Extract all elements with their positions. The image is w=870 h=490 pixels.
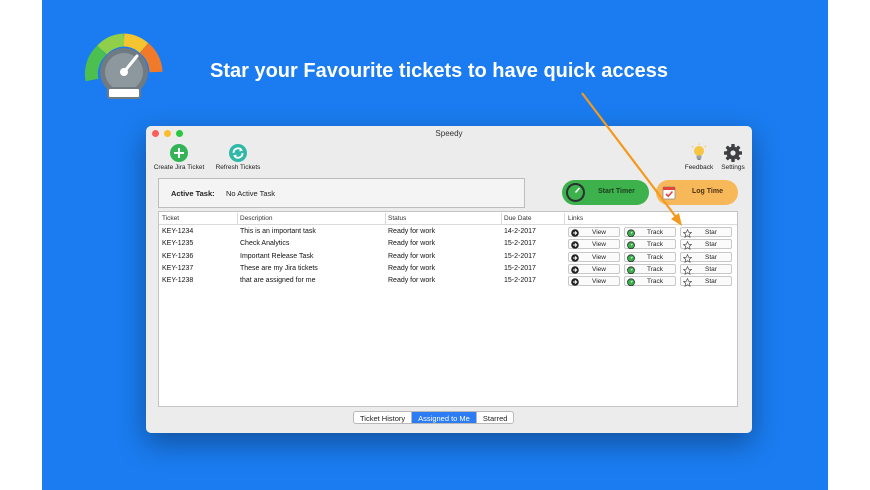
view-ticket-button[interactable]: View (568, 227, 620, 237)
tab-ticket-history[interactable]: Ticket History (354, 412, 413, 423)
column-divider (385, 213, 386, 224)
ticket-status: Ready for work (388, 240, 436, 248)
view-label: View (592, 253, 606, 261)
ticket-description: that are assigned for me (240, 277, 316, 285)
refresh-icon (229, 144, 247, 162)
table-row[interactable]: KEY-1235 Check Analytics Ready for work 15-… (159, 238, 737, 251)
tab-starred[interactable]: Starred (477, 412, 514, 423)
ticket-due-date: 15-2-2017 (504, 277, 536, 285)
promo-background: Star your Favourite tickets to have quic… (42, 0, 828, 490)
start-timer-button[interactable]: Start Timer (562, 180, 649, 205)
app-window: Speedy Create Jira Ticket Refresh Ticket… (146, 126, 752, 433)
track-ticket-button[interactable]: Track (624, 227, 676, 237)
active-task-label: Active Task: (171, 189, 215, 198)
settings-label: Settings (721, 164, 745, 171)
ticket-key: KEY-1234 (162, 228, 194, 235)
track-ticket-button[interactable]: Track (624, 251, 676, 262)
refresh-tickets-label: Refresh Tickets (215, 164, 261, 171)
title-bar[interactable]: Speedy (146, 126, 752, 142)
column-header-description[interactable]: Description (240, 215, 273, 222)
track-label: Track (646, 229, 663, 236)
track-label: Track (646, 265, 663, 273)
star-label: Star (705, 241, 717, 249)
calendar-check-icon (662, 186, 676, 200)
promo-headline: Star your Favourite tickets to have quic… (210, 60, 668, 82)
ticket-description: These are my Jira tickets (240, 264, 318, 272)
track-label: Track (646, 253, 663, 261)
column-divider (237, 213, 238, 224)
tab-assigned-to-me[interactable]: Assigned to Me (412, 412, 477, 423)
ticket-key: KEY-1235 (162, 240, 194, 248)
view-ticket-button[interactable]: View (568, 276, 620, 287)
view-label: View (592, 229, 606, 236)
ticket-status: Ready for work (388, 252, 436, 260)
ticket-due-date: 15-2-2017 (504, 252, 536, 260)
ticket-key: KEY-1236 (162, 252, 194, 260)
ticket-description: This is an important task (240, 228, 316, 235)
stopwatch-icon (566, 183, 585, 202)
ticket-description: Important Release Task (240, 252, 314, 260)
column-divider (501, 213, 502, 224)
ticket-description: Check Analytics (240, 240, 290, 248)
star-label: Star (705, 278, 717, 286)
active-task-panel: Active Task: No Active Task (158, 178, 525, 208)
ticket-due-date: 14-2-2017 (504, 228, 536, 235)
column-header-due-date[interactable]: Due Date (504, 215, 531, 222)
star-ticket-button[interactable]: Star (680, 239, 732, 251)
view-label: View (592, 241, 606, 249)
table-row[interactable]: KEY-1238 that are assigned for me Ready fo… (159, 275, 737, 288)
view-ticket-button[interactable]: View (568, 263, 620, 274)
star-ticket-button[interactable]: Star (680, 227, 732, 238)
table-header: Ticket Description Status Due Date Links (159, 212, 737, 225)
ticket-status: Ready for work (388, 277, 436, 285)
log-time-label: Log Time (692, 188, 723, 195)
track-ticket-button[interactable]: Track (624, 276, 676, 287)
create-jira-ticket-label: Create Jira Ticket (153, 164, 205, 171)
track-ticket-button[interactable]: Track (624, 239, 676, 250)
gear-icon (724, 144, 742, 162)
tickets-table: Ticket Description Status Due Date Links… (158, 211, 738, 407)
track-label: Track (646, 278, 663, 286)
view-label: View (592, 265, 606, 273)
star-ticket-button[interactable]: Star (680, 263, 732, 275)
column-header-links[interactable]: Links (568, 215, 583, 222)
column-header-ticket[interactable]: Ticket (162, 215, 179, 222)
ticket-key: KEY-1238 (162, 277, 194, 285)
column-header-status[interactable]: Status (388, 215, 406, 222)
view-ticket-button[interactable]: View (568, 239, 620, 250)
start-timer-label: Start Timer (598, 188, 635, 195)
active-task-value: No Active Task (226, 189, 276, 198)
view-tabs: Ticket History Assigned to Me Starred (353, 411, 515, 424)
lightbulb-icon (691, 143, 707, 160)
star-label: Star (705, 253, 717, 261)
star-ticket-button[interactable]: Star (680, 276, 732, 288)
ticket-due-date: 15-2-2017 (504, 264, 536, 272)
speedometer-logo-icon (84, 33, 163, 99)
star-label: Star (705, 229, 717, 236)
window-title: Speedy (435, 129, 463, 138)
table-row[interactable]: KEY-1234 This is an important task Ready f… (159, 226, 737, 238)
view-label: View (592, 278, 606, 286)
table-row[interactable]: KEY-1237 These are my Jira tickets Ready f… (159, 263, 737, 275)
star-ticket-button[interactable]: Star (680, 251, 732, 263)
log-time-button[interactable]: Log Time (656, 180, 738, 205)
track-label: Track (646, 241, 663, 249)
settings-button[interactable]: Settings (718, 143, 748, 171)
create-jira-ticket-button[interactable]: Create Jira Ticket (150, 143, 208, 171)
column-divider (564, 213, 565, 224)
track-ticket-button[interactable]: Track (624, 263, 676, 274)
refresh-tickets-button[interactable]: Refresh Tickets (212, 143, 264, 171)
view-ticket-button[interactable]: View (568, 251, 620, 262)
ticket-status: Ready for work (388, 228, 436, 235)
plus-circle-icon (170, 144, 188, 162)
ticket-due-date: 15-2-2017 (504, 240, 536, 248)
table-row[interactable]: KEY-1236 Important Release Task Ready for … (159, 251, 737, 263)
star-label: Star (705, 265, 717, 273)
feedback-label: Feedback (684, 164, 714, 171)
feedback-button[interactable]: Feedback (682, 143, 716, 171)
ticket-key: KEY-1237 (162, 264, 194, 272)
ticket-status: Ready for work (388, 264, 436, 272)
